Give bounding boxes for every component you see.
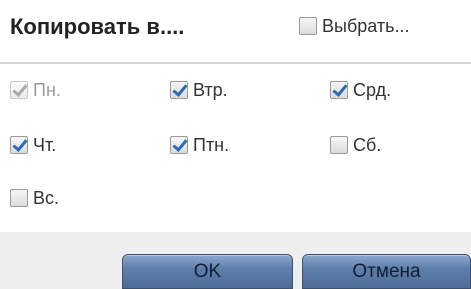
day-label-fri: Птн. bbox=[193, 134, 230, 155]
day-checkbox-sat[interactable]: Сб. bbox=[330, 131, 381, 159]
day-label-sun: Вс. bbox=[33, 187, 60, 208]
checkbox-box[interactable] bbox=[10, 81, 28, 99]
checkbox-box[interactable] bbox=[10, 136, 28, 154]
checkbox-box[interactable] bbox=[10, 189, 28, 207]
checkbox-box[interactable] bbox=[299, 17, 317, 35]
dialog-footer: OK Отмена bbox=[0, 232, 471, 289]
day-label-wed: Срд. bbox=[353, 79, 392, 100]
cancel-button[interactable]: Отмена bbox=[302, 254, 471, 289]
dialog-title: Копировать в.... bbox=[10, 14, 185, 39]
checkbox-box[interactable] bbox=[170, 81, 188, 99]
ok-button[interactable]: OK bbox=[122, 254, 293, 289]
day-label-sat: Сб. bbox=[353, 134, 382, 155]
dialog-header: Копировать в.... Выбрать... bbox=[0, 0, 471, 64]
day-checkbox-sun[interactable]: Вс. bbox=[10, 184, 59, 212]
select-all-label: Выбрать... bbox=[322, 15, 410, 36]
select-all-checkbox[interactable]: Выбрать... bbox=[299, 12, 410, 40]
day-label-thu: Чт. bbox=[33, 134, 57, 155]
day-label-tue: Втр. bbox=[193, 79, 228, 100]
checkbox-box[interactable] bbox=[170, 136, 188, 154]
checkbox-box[interactable] bbox=[330, 81, 348, 99]
day-label-mon: Пн. bbox=[33, 79, 61, 100]
checkbox-box[interactable] bbox=[330, 136, 348, 154]
day-checkbox-wed[interactable]: Срд. bbox=[330, 76, 391, 104]
day-checkbox-fri[interactable]: Птн. bbox=[170, 131, 229, 159]
day-checkbox-mon[interactable]: Пн. bbox=[10, 76, 61, 104]
day-checkbox-tue[interactable]: Втр. bbox=[170, 76, 228, 104]
day-checkbox-thu[interactable]: Чт. bbox=[10, 131, 56, 159]
copy-to-dialog: Копировать в.... Выбрать... Пн. Втр. Срд… bbox=[0, 0, 471, 289]
